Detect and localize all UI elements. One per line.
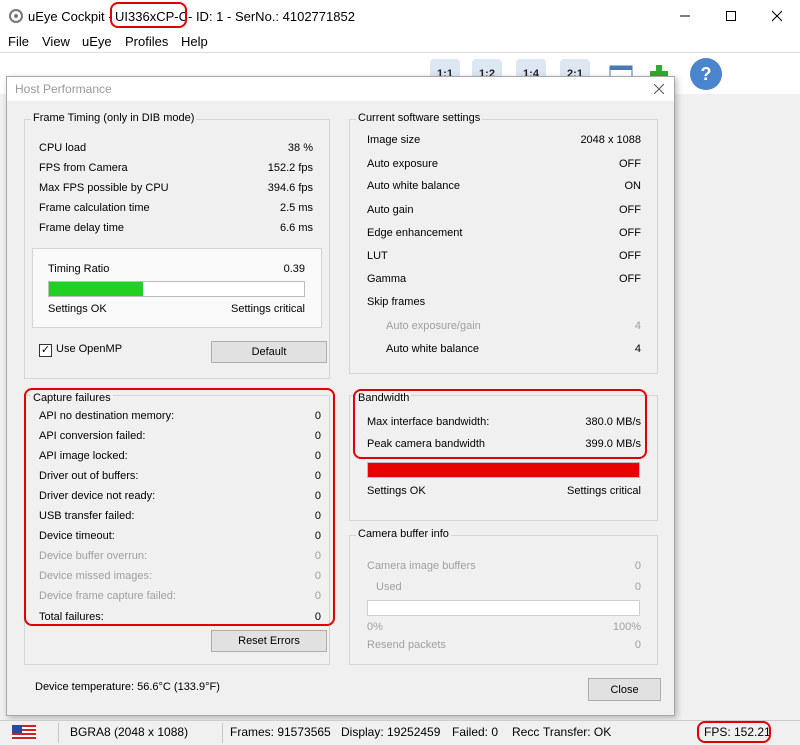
timing-ratio-bar (48, 281, 305, 297)
default-button[interactable]: Default (211, 341, 327, 363)
timing-settings-ok: Settings OK (48, 303, 107, 315)
status-format: BGRA8 (2048 x 1088) (70, 725, 189, 739)
close-button[interactable]: Close (588, 678, 661, 701)
dialog-titlebar: Host Performance (7, 77, 674, 101)
resend-packets-label: Resend packets (367, 639, 446, 651)
auto-white-balance-label: Auto white balance (367, 180, 460, 192)
capture-failures-highlight (24, 388, 335, 626)
bandwidth-fill (368, 463, 639, 477)
close-icon (654, 84, 664, 94)
maximize-button[interactable] (708, 0, 754, 32)
maximize-icon (726, 11, 736, 21)
window-titlebar: uEye Cockpit - UI336xCP-C - ID: 1 - SerN… (0, 0, 800, 32)
skip-auto-white-balance-value: 4 (634, 343, 641, 355)
edge-enhancement-value: OFF (619, 227, 641, 239)
frame-timing-group: Frame Timing (only in DIB mode) CPU load… (24, 112, 330, 379)
timing-ratio-box: Timing Ratio 0.39 Settings OK Settings c… (32, 248, 322, 328)
fps-highlight (697, 721, 771, 743)
buffer-min-label: 0% (367, 621, 383, 633)
image-size-value: 2048 x 1088 (580, 134, 641, 146)
model-highlight (110, 2, 187, 28)
frame-timing-label: Frame Timing (only in DIB mode) (31, 112, 197, 124)
frame-calc-label: Frame calculation time (39, 202, 150, 214)
used-value: 0 (634, 581, 641, 593)
bandwidth-settings-critical: Settings critical (567, 485, 641, 497)
bandwidth-bar (367, 462, 640, 478)
gamma-label: Gamma (367, 273, 407, 285)
close-window-button[interactable] (754, 0, 800, 32)
minimize-icon (680, 15, 690, 17)
bandwidth-highlight (353, 389, 647, 459)
frame-calc-value: 2.5 ms (279, 202, 313, 214)
status-transfer: Transfer: OK (543, 725, 612, 739)
dialog-close-button[interactable] (647, 79, 671, 99)
minimize-button[interactable] (662, 0, 708, 32)
fps-camera-value: 152.2 fps (267, 162, 313, 174)
max-fps-value: 394.6 fps (267, 182, 313, 194)
cpu-load-label: CPU load (39, 142, 87, 154)
use-openmp-label: Use OpenMP (56, 343, 123, 355)
edge-enhancement-label: Edge enhancement (367, 227, 463, 239)
status-frames: Frames: 91573565 (230, 725, 331, 739)
frame-delay-label: Frame delay time (39, 222, 124, 234)
timing-ratio-fill (49, 282, 144, 296)
window-title-prefix: uEye Cockpit - (28, 9, 113, 24)
auto-exposure-value: OFF (619, 158, 641, 170)
device-temperature: Device temperature: 56.6°C (133.9°F) (35, 681, 220, 693)
menu-profiles[interactable]: Profiles (125, 34, 168, 49)
menubar: File View uEye Profiles Help (0, 32, 800, 52)
skip-auto-exposure-value: 4 (634, 320, 641, 332)
status-failed: Failed: 0 (452, 725, 499, 739)
max-fps-label: Max FPS possible by CPU (39, 182, 169, 194)
reset-errors-button[interactable]: Reset Errors (211, 630, 327, 652)
auto-exposure-label: Auto exposure (367, 158, 438, 170)
auto-white-balance-value: ON (624, 180, 642, 192)
skip-frames-label: Skip frames (367, 296, 426, 308)
status-recc: Recc (512, 725, 540, 739)
current-settings-group: Current software settings Image size 204… (349, 112, 658, 374)
host-performance-dialog: Host Performance Frame Timing (only in D… (6, 76, 675, 716)
close-icon (771, 10, 783, 22)
resend-packets-value: 0 (634, 639, 641, 651)
flag-icon (12, 725, 36, 741)
buffer-max-label: 100% (612, 621, 641, 633)
frame-delay-value: 6.6 ms (279, 222, 313, 234)
camera-buffer-group: Camera buffer info Camera image buffers … (349, 528, 658, 665)
buffer-usage-bar (367, 600, 640, 616)
image-size-label: Image size (367, 134, 421, 146)
menu-ueye[interactable]: uEye (82, 34, 112, 49)
status-display: Display: 19252459 (341, 725, 441, 739)
cpu-load-value: 38 % (287, 142, 313, 154)
camera-image-buffers-value: 0 (634, 560, 641, 572)
bandwidth-settings-ok: Settings OK (367, 485, 426, 497)
menu-file[interactable]: File (8, 34, 29, 49)
menu-view[interactable]: View (42, 34, 70, 49)
timing-settings-critical: Settings critical (231, 303, 305, 315)
camera-buffer-label: Camera buffer info (356, 528, 451, 540)
timing-ratio-value: 0.39 (283, 263, 305, 275)
gamma-value: OFF (619, 273, 641, 285)
dialog-title: Host Performance (15, 82, 112, 96)
camera-image-buffers-label: Camera image buffers (367, 560, 476, 572)
current-settings-label: Current software settings (356, 112, 483, 124)
statusbar: BGRA8 (2048 x 1088) Frames: 91573565 Dis… (0, 720, 800, 745)
auto-gain-label: Auto gain (367, 204, 414, 216)
timing-ratio-label: Timing Ratio (48, 263, 110, 275)
help-icon-button[interactable]: ? (690, 58, 722, 90)
lut-label: LUT (367, 250, 388, 262)
auto-gain-value: OFF (619, 204, 641, 216)
fps-camera-label: FPS from Camera (39, 162, 128, 174)
skip-auto-exposure-label: Auto exposure/gain (386, 320, 481, 332)
use-openmp-checkbox[interactable]: ✓ (39, 344, 52, 357)
window-title-suffix: - ID: 1 - SerNo.: 4102771852 (188, 9, 355, 24)
app-icon (8, 8, 24, 24)
lut-value: OFF (619, 250, 641, 262)
skip-auto-white-balance-label: Auto white balance (386, 343, 479, 355)
used-label: Used (376, 581, 402, 593)
menu-help[interactable]: Help (181, 34, 208, 49)
